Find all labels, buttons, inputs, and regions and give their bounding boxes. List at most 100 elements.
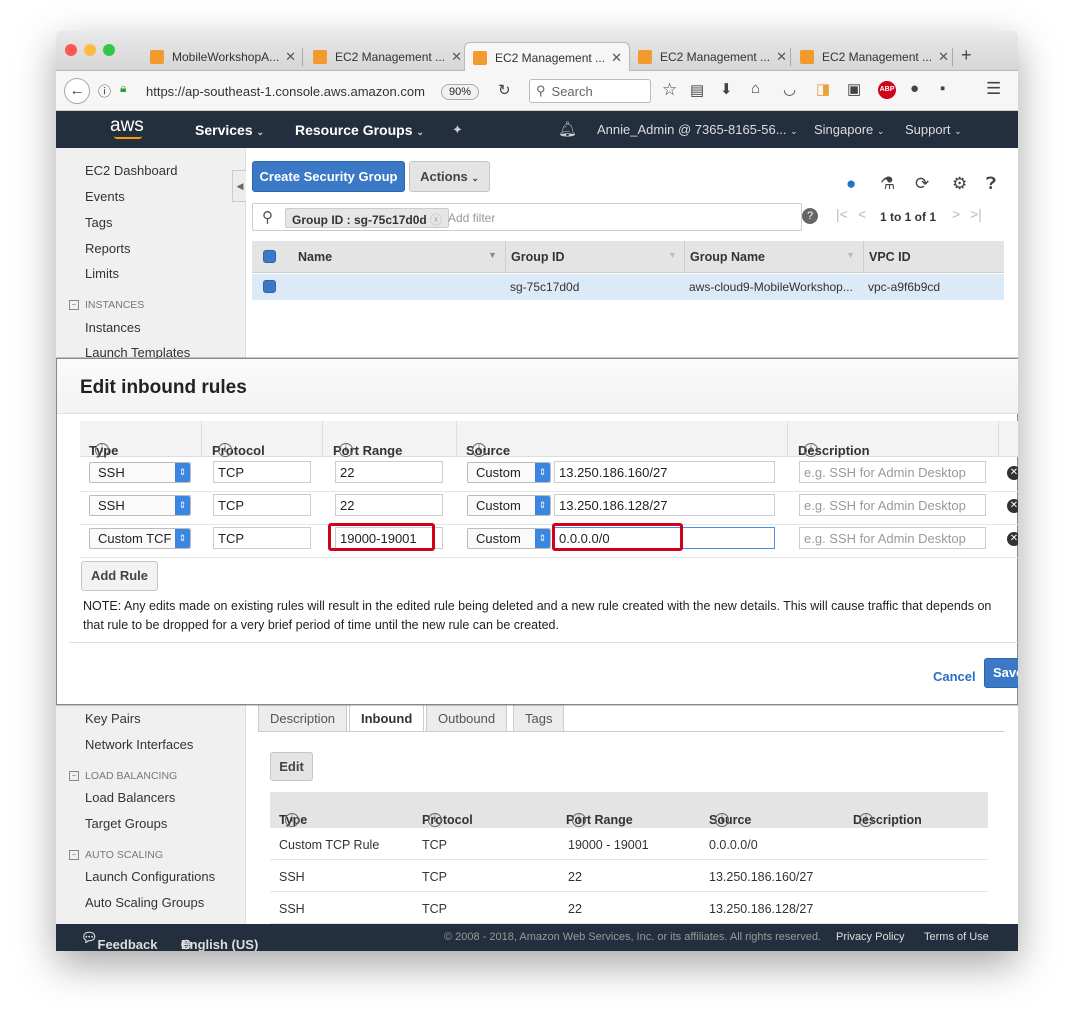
browser-tab[interactable]: MobileWorkshopA... ✕ [142, 43, 300, 71]
extension-icon[interactable]: ▪ [940, 80, 945, 97]
gear-icon[interactable]: ⚙ [952, 174, 967, 194]
info-icon[interactable]: i [285, 813, 299, 827]
sidebar-item-reports[interactable]: Reports [85, 241, 131, 256]
sidebar-item-launch-configurations[interactable]: Launch Configurations [85, 869, 215, 884]
next-page-icon[interactable]: > [952, 206, 960, 222]
sidebar-item-events[interactable]: Events [85, 189, 125, 204]
select-all-checkbox[interactable] [263, 250, 276, 263]
account-menu[interactable]: Annie_Admin @ 7365-8165-56... ⌄ [597, 122, 798, 137]
pin-icon[interactable]: ✦ [452, 122, 463, 138]
source-input[interactable]: 13.250.186.160/27 [554, 461, 775, 483]
extension-icon[interactable]: ▣ [847, 80, 861, 98]
chat-icon[interactable]: ● [846, 174, 856, 194]
back-button[interactable]: ← [64, 78, 90, 104]
prev-page-icon[interactable]: < [858, 206, 866, 222]
info-icon[interactable]: i [715, 813, 729, 827]
description-input[interactable]: e.g. SSH for Admin Desktop [799, 527, 986, 549]
remove-rule-icon[interactable]: ✕ [1007, 466, 1018, 480]
chevron-down-icon[interactable]: ▼ [846, 250, 855, 260]
source-type-select[interactable]: Custom ⇕ [467, 462, 551, 483]
close-icon[interactable]: ✕ [279, 49, 296, 65]
remove-rule-icon[interactable]: ✕ [1007, 532, 1018, 546]
info-icon[interactable]: i [428, 813, 442, 827]
browser-tab[interactable]: EC2 Management ... ✕ [792, 43, 950, 71]
bell-icon[interactable]: 🔔︎ [558, 120, 577, 138]
sidebar-section-auto-scaling[interactable]: AUTO SCALING [69, 849, 163, 861]
filter-bar[interactable]: ⚲ Group ID : sg-75c17d0d ⓧ Add filter [252, 203, 802, 231]
adblock-icon[interactable]: ABP [878, 81, 896, 99]
new-tab-button[interactable]: + [961, 45, 972, 66]
info-icon[interactable]: i [804, 443, 818, 457]
type-select[interactable]: Custom TCF ⇕ [89, 528, 191, 549]
last-page-icon[interactable]: >| [970, 206, 982, 222]
reload-icon[interactable]: ↻ [498, 81, 511, 99]
search-input[interactable]: ⚲ Search [529, 79, 651, 103]
sidebar-item-network-interfaces[interactable]: Network Interfaces [85, 737, 193, 752]
edit-button[interactable]: Edit [270, 752, 313, 781]
close-icon[interactable]: ✕ [770, 49, 787, 65]
services-menu[interactable]: Services ⌄ [195, 122, 264, 138]
minimize-window-button[interactable] [84, 44, 96, 56]
browser-tab-active[interactable]: EC2 Management ... ✕ [464, 42, 630, 72]
download-icon[interactable]: ⬇ [720, 80, 733, 98]
column-group-name[interactable]: Group Name [690, 250, 765, 264]
remove-rule-icon[interactable]: ✕ [1007, 499, 1018, 513]
sidebar-item-key-pairs[interactable]: Key Pairs [85, 711, 141, 726]
terms-of-use-link[interactable]: Terms of Use [924, 931, 989, 943]
info-icon[interactable]: i [472, 443, 486, 457]
protocol-field[interactable]: TCP [213, 461, 311, 483]
close-window-button[interactable] [65, 44, 77, 56]
first-page-icon[interactable]: |< [836, 206, 848, 222]
chevron-down-icon[interactable]: ▼ [488, 250, 497, 260]
reading-list-icon[interactable]: ▤ [690, 81, 704, 99]
description-input[interactable]: e.g. SSH for Admin Desktop [799, 494, 986, 516]
sidebar-item-auto-scaling-groups[interactable]: Auto Scaling Groups [85, 895, 204, 910]
column-vpc-id[interactable]: VPC ID [869, 250, 911, 264]
column-group-id[interactable]: Group ID [511, 250, 564, 264]
region-menu[interactable]: Singapore ⌄ [814, 122, 884, 137]
type-select[interactable]: SSH ⇕ [89, 495, 191, 516]
cancel-button[interactable]: Cancel [933, 669, 976, 684]
privacy-policy-link[interactable]: Privacy Policy [836, 931, 904, 943]
protocol-field[interactable]: TCP [213, 494, 311, 516]
info-icon[interactable]: i [95, 443, 109, 457]
info-icon[interactable]: i [218, 443, 232, 457]
port-range-input[interactable]: 22 [335, 461, 443, 483]
close-icon[interactable]: ✕ [445, 49, 462, 65]
help-icon[interactable]: ❓︎ [986, 174, 996, 194]
add-rule-button[interactable]: Add Rule [81, 561, 158, 591]
column-name[interactable]: Name [298, 250, 332, 264]
refresh-icon[interactable]: ⟳ [915, 174, 929, 194]
info-icon[interactable]: i [572, 813, 586, 827]
close-icon[interactable]: ⓧ [430, 213, 442, 227]
sidebar-section-load-balancing[interactable]: LOAD BALANCING [69, 770, 177, 782]
source-type-select[interactable]: Custom ⇕ [467, 495, 551, 516]
source-type-select[interactable]: Custom ⇕ [467, 528, 551, 549]
info-icon[interactable]: i [859, 813, 873, 827]
description-input[interactable]: e.g. SSH for Admin Desktop [799, 461, 986, 483]
zoom-window-button[interactable] [103, 44, 115, 56]
url-field[interactable]: https://ap-southeast-1.console.aws.amazo… [138, 79, 426, 103]
type-select[interactable]: SSH ⇕ [89, 462, 191, 483]
browser-tab[interactable]: EC2 Management ... ✕ [630, 43, 788, 71]
close-icon[interactable]: ✕ [605, 50, 622, 66]
protocol-field[interactable]: TCP [213, 527, 311, 549]
save-button[interactable]: Save [984, 658, 1018, 688]
menu-icon[interactable]: ☰ [986, 79, 1001, 99]
port-range-input[interactable]: 22 [335, 494, 443, 516]
browser-tab[interactable]: EC2 Management ... ✕ [305, 43, 463, 71]
info-icon[interactable]: i [339, 443, 353, 457]
sidebar-section-instances[interactable]: INSTANCES [69, 299, 144, 311]
sidebar-item-limits[interactable]: Limits [85, 266, 119, 281]
home-icon[interactable]: ⌂ [751, 80, 760, 97]
tab-tags[interactable]: Tags [513, 704, 565, 732]
tab-description[interactable]: Description [258, 704, 348, 732]
flask-icon[interactable]: ⚗ [880, 174, 895, 194]
sidebar-item-tags[interactable]: Tags [85, 215, 112, 230]
filter-chip[interactable]: Group ID : sg-75c17d0d ⓧ [285, 208, 450, 228]
close-icon[interactable]: ✕ [932, 49, 949, 65]
support-menu[interactable]: Support ⌄ [905, 122, 962, 137]
sidebar-item-instances[interactable]: Instances [85, 320, 141, 335]
create-security-group-button[interactable]: Create Security Group [252, 161, 405, 192]
bookmark-star-icon[interactable]: ☆ [662, 80, 677, 100]
